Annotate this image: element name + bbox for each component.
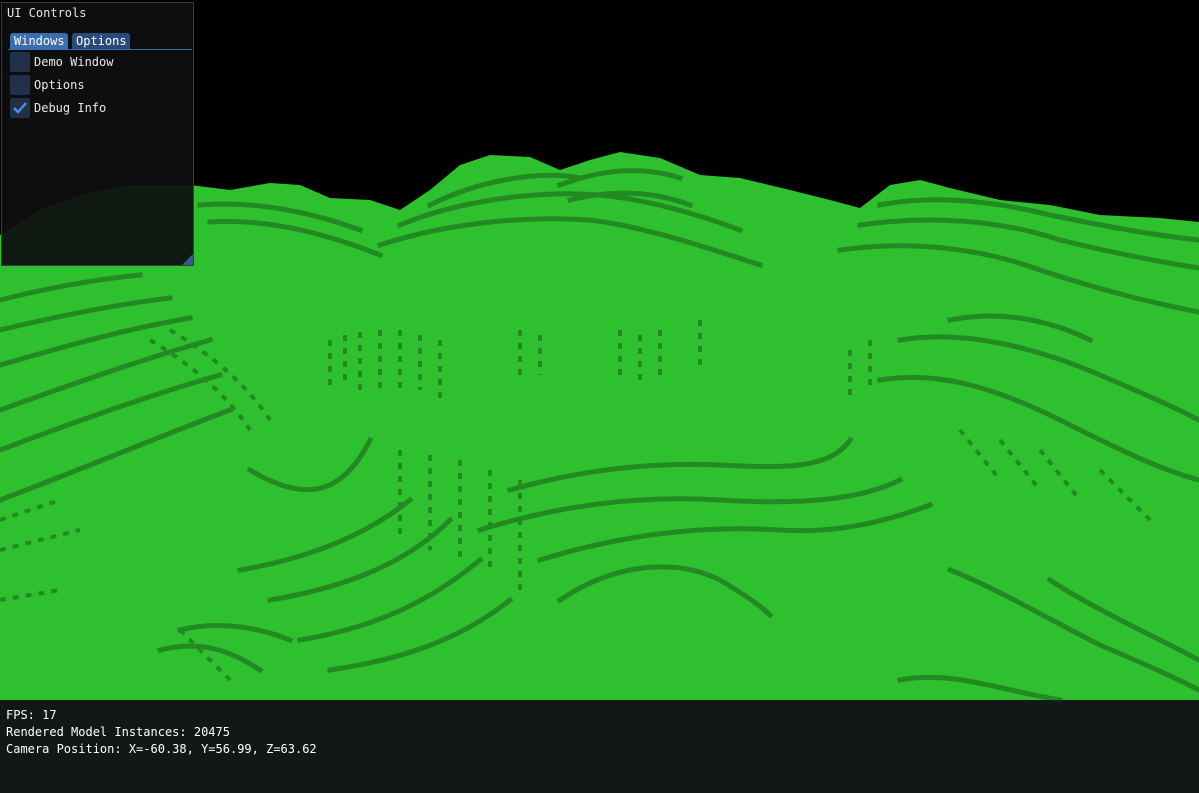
ui-controls-window[interactable]: UI Controls Windows Options Demo Window … <box>1 2 194 266</box>
checkbox-demo-window[interactable] <box>10 52 30 72</box>
checkbox-debug-info[interactable] <box>10 98 30 118</box>
resize-grip-icon[interactable] <box>182 254 193 265</box>
debug-info-overlay: FPS: 17 Rendered Model Instances: 20475 … <box>0 700 1199 793</box>
tab-options[interactable]: Options <box>72 33 130 49</box>
camera-position-readout: Camera Position: X=-60.38, Y=56.99, Z=63… <box>6 742 317 756</box>
instances-readout: Rendered Model Instances: 20475 <box>6 725 230 739</box>
checkbox-label: Options <box>34 78 85 92</box>
checkbox-label: Demo Window <box>34 55 114 69</box>
checkmark-icon <box>13 102 27 114</box>
checkbox-options[interactable] <box>10 75 30 95</box>
window-title[interactable]: UI Controls <box>7 5 86 21</box>
fps-readout: FPS: 17 <box>6 708 57 722</box>
tab-bar: Windows Options <box>8 33 192 49</box>
tab-underline <box>8 49 192 50</box>
checkbox-label: Debug Info <box>34 101 107 115</box>
tab-windows[interactable]: Windows <box>10 33 68 49</box>
